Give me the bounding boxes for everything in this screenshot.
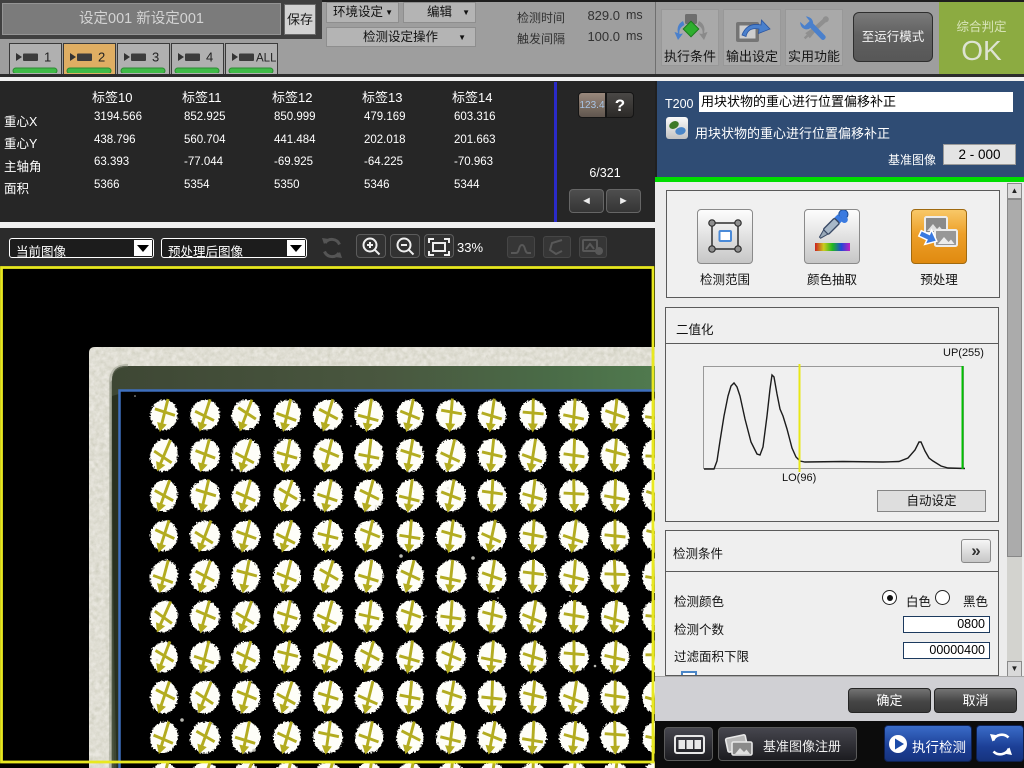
svg-text:2: 2 (98, 50, 105, 65)
svg-text:4: 4 (206, 50, 213, 65)
svg-text:3: 3 (152, 50, 159, 65)
svg-text:1: 1 (44, 50, 51, 65)
svg-text:ALL: ALL (256, 53, 276, 65)
